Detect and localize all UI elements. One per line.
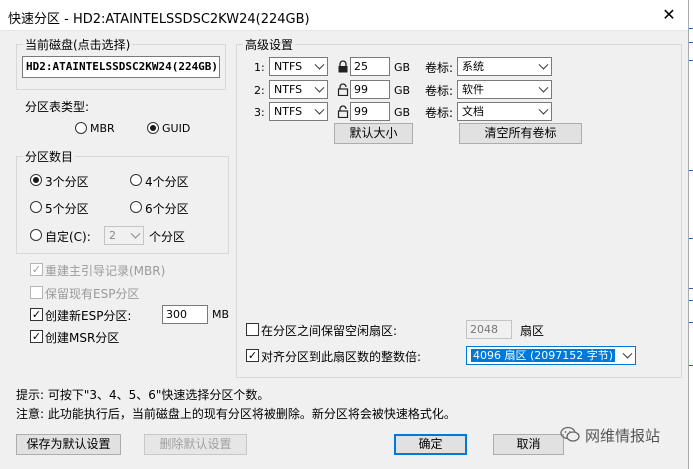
title-bar: 快速分区 - HD2:ATAINTELSSDSC2KW24(224GB) ✕ xyxy=(0,0,688,31)
create-esp-label[interactable]: 创建新ESP分区: xyxy=(45,307,131,324)
partition-row-2-size-input[interactable]: 99 xyxy=(350,80,390,99)
reserve-gap-label[interactable]: 在分区之间保留空闲扇区: xyxy=(261,322,397,339)
quick-partition-dialog: 快速分区 - HD2:ATAINTELSSDSC2KW24(224GB) ✕ 当… xyxy=(0,0,689,469)
align-partition-label[interactable]: 对齐分区到此扇区数的整数倍: xyxy=(261,348,421,365)
edge-mark xyxy=(689,28,693,29)
keep-esp-label[interactable]: 保留现有ESP分区 xyxy=(45,285,139,302)
edge-mark xyxy=(689,365,693,366)
mbr-radio-label[interactable]: MBR xyxy=(90,122,115,135)
align-sectors-select[interactable]: 4096 扇区 (2097152 字节) xyxy=(466,346,636,365)
unlock-icon[interactable] xyxy=(337,83,349,96)
partition-row-1-size-unit: GB xyxy=(394,61,411,74)
esp-size-input[interactable]: 300 xyxy=(162,305,208,324)
chevron-down-icon xyxy=(314,82,325,93)
count-6-label[interactable]: 6个分区 xyxy=(145,200,189,217)
partition-row-3-index: 3: xyxy=(254,106,265,119)
cancel-button[interactable]: 取消 xyxy=(493,434,564,455)
rebuild-mbr-checkbox[interactable]: ✓ xyxy=(30,263,43,276)
create-esp-checkbox[interactable]: ✓ xyxy=(30,308,43,321)
edge-mark xyxy=(689,238,693,239)
chevron-down-icon xyxy=(622,348,633,359)
partition-row-1-fs-value: NTFS xyxy=(274,60,303,73)
partition-row-3-label-select[interactable]: 文档 xyxy=(457,102,552,121)
edge-mark xyxy=(689,60,693,61)
count-4-label[interactable]: 4个分区 xyxy=(145,173,189,190)
reserve-gap-unit: 扇区 xyxy=(520,324,545,338)
default-size-button[interactable]: 默认大小 xyxy=(334,123,413,144)
chevron-down-icon xyxy=(538,59,549,70)
advanced-settings-group-label: 高级设置 xyxy=(245,38,294,52)
edge-mark xyxy=(689,42,693,43)
reserve-gap-input[interactable]: 2048 xyxy=(466,320,512,339)
edge-mark xyxy=(689,300,693,301)
ok-button[interactable]: 确定 xyxy=(394,434,467,455)
right-edge-strip xyxy=(689,0,693,469)
current-disk-selector[interactable]: HD2:ATAINTELSSDSC2KW24(224GB) xyxy=(22,56,220,78)
partition-row-1-label-select[interactable]: 系统 xyxy=(457,57,552,76)
rebuild-mbr-label[interactable]: 重建主引导记录(MBR) xyxy=(45,262,165,279)
count-3-label[interactable]: 3个分区 xyxy=(45,173,89,190)
partition-row-1-label-caption: 卷标: xyxy=(425,61,454,75)
partition-row-1-label-value: 系统 xyxy=(462,60,484,73)
partition-row-3-label-value: 文档 xyxy=(462,105,484,118)
lock-icon[interactable] xyxy=(337,60,349,73)
count-custom-radio[interactable] xyxy=(30,229,42,241)
mbr-radio[interactable] xyxy=(75,122,87,134)
chevron-down-icon xyxy=(314,104,325,115)
partition-row-2-fs-value: NTFS xyxy=(274,83,303,96)
partition-row-2-fs-select[interactable]: NTFS xyxy=(269,80,328,99)
keep-esp-checkbox[interactable] xyxy=(30,286,43,299)
partition-row-1-index: 1: xyxy=(254,61,265,74)
count-4-radio[interactable] xyxy=(130,174,142,186)
edge-mark xyxy=(689,170,693,171)
align-partition-checkbox[interactable]: ✓ xyxy=(246,349,259,362)
count-6-radio[interactable] xyxy=(130,201,142,213)
count-5-radio[interactable] xyxy=(30,201,42,213)
wechat-icon xyxy=(560,426,580,442)
watermark-text: 网维情报站 xyxy=(585,427,661,445)
chevron-down-icon xyxy=(130,228,141,239)
partition-row-3-label-caption: 卷标: xyxy=(425,106,454,120)
align-sectors-value: 4096 扇区 (2097152 字节) xyxy=(471,349,616,362)
guid-radio-label[interactable]: GUID xyxy=(162,122,190,135)
tip-text: 提示: 可按下"3、4、5、6"快速选择分区个数。 xyxy=(16,388,270,402)
partition-row-2-label-value: 软件 xyxy=(462,83,484,96)
reserve-gap-checkbox[interactable] xyxy=(246,323,259,336)
partition-row-2-label-select[interactable]: 软件 xyxy=(457,80,552,99)
partition-row-2-size-unit: GB xyxy=(394,84,411,97)
count-custom-label[interactable]: 自定(C): xyxy=(45,228,91,245)
custom-count-suffix: 个分区 xyxy=(149,230,186,244)
partition-row-3-size-input[interactable]: 99 xyxy=(350,102,390,121)
edge-mark xyxy=(689,288,693,289)
partition-row-3-size-unit: GB xyxy=(394,106,411,119)
unlock-icon[interactable] xyxy=(337,105,349,118)
guid-radio[interactable] xyxy=(147,122,159,134)
custom-count-select[interactable]: 2 xyxy=(104,226,144,245)
partition-row-1-size-input[interactable]: 25 xyxy=(350,57,390,76)
chevron-down-icon xyxy=(538,104,549,115)
partition-count-group-label: 分区数目 xyxy=(25,150,74,164)
count-5-label[interactable]: 5个分区 xyxy=(45,200,89,217)
create-msr-label[interactable]: 创建MSR分区 xyxy=(45,329,119,346)
edge-mark xyxy=(689,322,693,323)
partition-row-3-fs-select[interactable]: NTFS xyxy=(269,102,328,121)
save-default-button[interactable]: 保存为默认设置 xyxy=(16,434,121,455)
create-msr-checkbox[interactable]: ✓ xyxy=(30,330,43,343)
clear-all-labels-button[interactable]: 清空所有卷标 xyxy=(459,123,582,144)
custom-count-value: 2 xyxy=(109,229,116,242)
delete-default-button[interactable]: 删除默认设置 xyxy=(144,434,247,455)
chevron-down-icon xyxy=(314,59,325,70)
window-title: 快速分区 - HD2:ATAINTELSSDSC2KW24(224GB) xyxy=(8,12,310,27)
partition-row-2-index: 2: xyxy=(254,84,265,97)
close-button[interactable]: ✕ xyxy=(654,4,684,26)
count-3-radio[interactable] xyxy=(30,174,42,186)
warning-text: 注意: 此功能执行后，当前磁盘上的现有分区将被删除。新分区将会被快速格式化。 xyxy=(16,407,456,421)
esp-size-unit: MB xyxy=(212,308,230,321)
partition-row-2-label-caption: 卷标: xyxy=(425,84,454,98)
current-disk-group-label: 当前磁盘(点击选择) xyxy=(25,38,131,52)
partition-table-type-label: 分区表类型: xyxy=(25,100,90,114)
partition-row-3-fs-value: NTFS xyxy=(274,105,303,118)
partition-row-1-fs-select[interactable]: NTFS xyxy=(269,57,328,76)
chevron-down-icon xyxy=(538,82,549,93)
